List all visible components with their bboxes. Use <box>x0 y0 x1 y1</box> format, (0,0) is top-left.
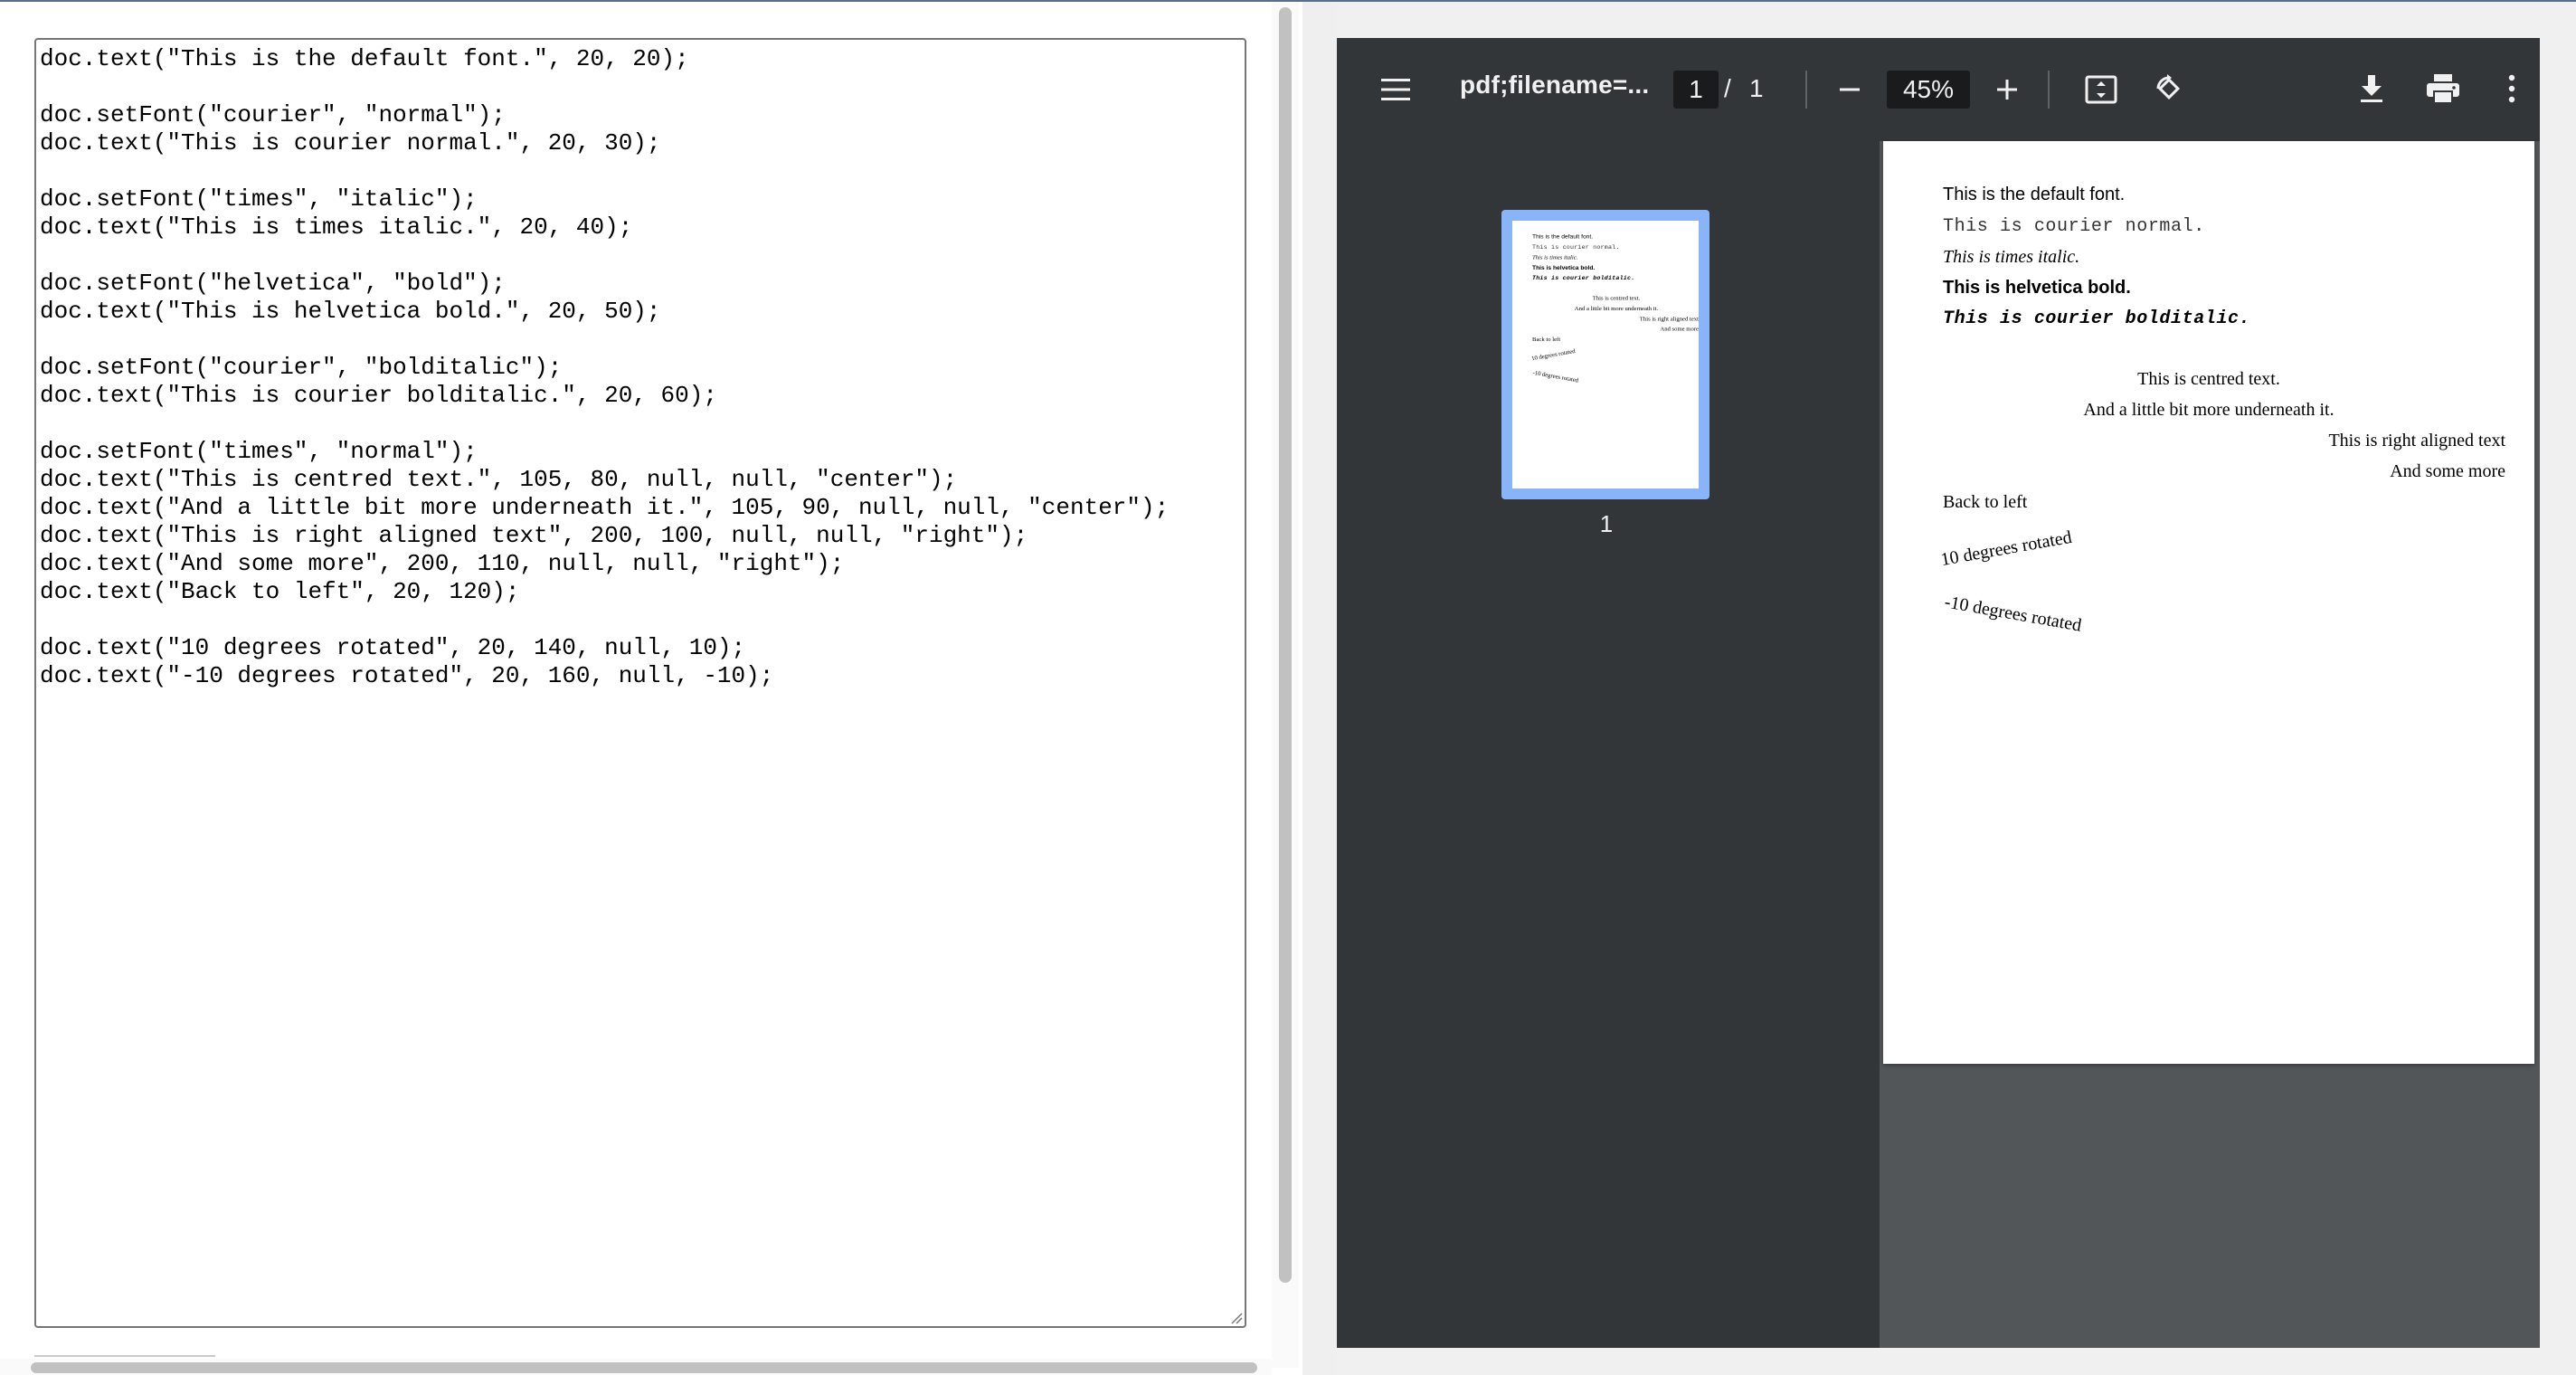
page-number-input[interactable]: 1 <box>1673 71 1719 109</box>
thumb-line-rotated-neg: -10 degrees rotated <box>1532 369 1579 384</box>
menu-icon[interactable] <box>1377 71 1415 109</box>
thumb-line-back-left: Back to left <box>1531 336 1561 343</box>
thumbnail-page-number: 1 <box>1599 510 1614 537</box>
pdf-line-default: This is the default font. <box>1943 185 2126 204</box>
minus-icon[interactable] <box>1831 71 1869 109</box>
code-text[interactable]: doc.text("This is the default font.", 20… <box>36 40 1245 690</box>
thumb-line-centred: This is centred text. <box>1592 294 1641 302</box>
toolbar-divider <box>1805 71 1807 109</box>
fit-to-page-icon[interactable] <box>2082 71 2120 109</box>
pdf-page: This is the default font. This is courie… <box>1883 141 2534 1064</box>
thumb-line-courier: This is courier normal. <box>1531 243 1620 251</box>
toolbar-divider <box>2048 71 2050 109</box>
thumb-line-underneath: And a little bit more underneath it. <box>1574 305 1659 312</box>
thumbnail-sidebar: This is the default font. This is courie… <box>1337 141 1880 1348</box>
plus-icon[interactable] <box>1988 71 2026 109</box>
pane-divider <box>1302 2 1337 1375</box>
pdf-viewer: pdf;filename=... 1 / 1 45% This is the d… <box>1337 38 2540 1348</box>
page-separator: / <box>1724 74 1731 102</box>
more-vert-icon[interactable] <box>2498 69 2525 109</box>
vertical-scrollbar-thumb[interactable] <box>1279 7 1292 1283</box>
thumbnail-content: This is the default font. This is courie… <box>1512 221 1699 488</box>
thumb-line-rotated: 10 degrees rotated <box>1530 347 1577 362</box>
download-icon[interactable] <box>2352 69 2391 109</box>
thumb-line-courier-bolditalic: This is courier bolditalic. <box>1531 274 1635 282</box>
zoom-input[interactable]: 45% <box>1887 71 1970 109</box>
pdf-line-rotated-10: 10 degrees rotated <box>1939 526 2074 571</box>
page-total: 1 <box>1749 74 1764 102</box>
thumb-line-helv-bold: This is helvetica bold. <box>1531 264 1596 271</box>
pdf-toolbar: pdf;filename=... 1 / 1 45% <box>1337 38 2540 141</box>
rotate-icon[interactable] <box>2149 69 2189 109</box>
pdf-line-courier-bolditalic: This is courier bolditalic. <box>1943 308 2251 329</box>
editor-scroll-indicator <box>34 1355 215 1357</box>
pdf-line-times-italic: This is times italic. <box>1943 247 2080 267</box>
pdf-line-rotated-minus-10: -10 degrees rotated <box>1943 592 2083 636</box>
pdf-line-underneath: And a little bit more underneath it. <box>2083 400 2334 420</box>
pdf-line-courier: This is courier normal. <box>1943 216 2205 237</box>
pdf-line-back-left: Back to left <box>1943 492 2028 512</box>
page-thumbnail[interactable]: This is the default font. This is courie… <box>1512 221 1699 488</box>
code-pane: doc.text("This is the default font.", 20… <box>0 2 1302 1375</box>
horizontal-scrollbar-thumb[interactable] <box>31 1362 1257 1373</box>
thumb-line-right: This is right aligned text <box>1639 315 1699 322</box>
thumb-line-times-italic: This is times italic. <box>1531 253 1578 261</box>
resize-handle-icon[interactable] <box>1228 1310 1243 1324</box>
document-title: pdf;filename=... <box>1460 71 1650 99</box>
pdf-line-right-more: And some more <box>2390 461 2505 481</box>
thumb-line-default: This is the default font. <box>1531 232 1594 241</box>
pdf-line-helv-bold: This is helvetica bold. <box>1943 278 2131 298</box>
pdf-line-centred: This is centred text. <box>2137 369 2280 389</box>
pdf-line-right-aligned: This is right aligned text <box>2328 431 2505 450</box>
thumb-line-right-more: And some more <box>1660 325 1699 333</box>
code-editor-textarea[interactable]: doc.text("This is the default font.", 20… <box>34 38 1246 1328</box>
print-icon[interactable] <box>2422 69 2464 109</box>
